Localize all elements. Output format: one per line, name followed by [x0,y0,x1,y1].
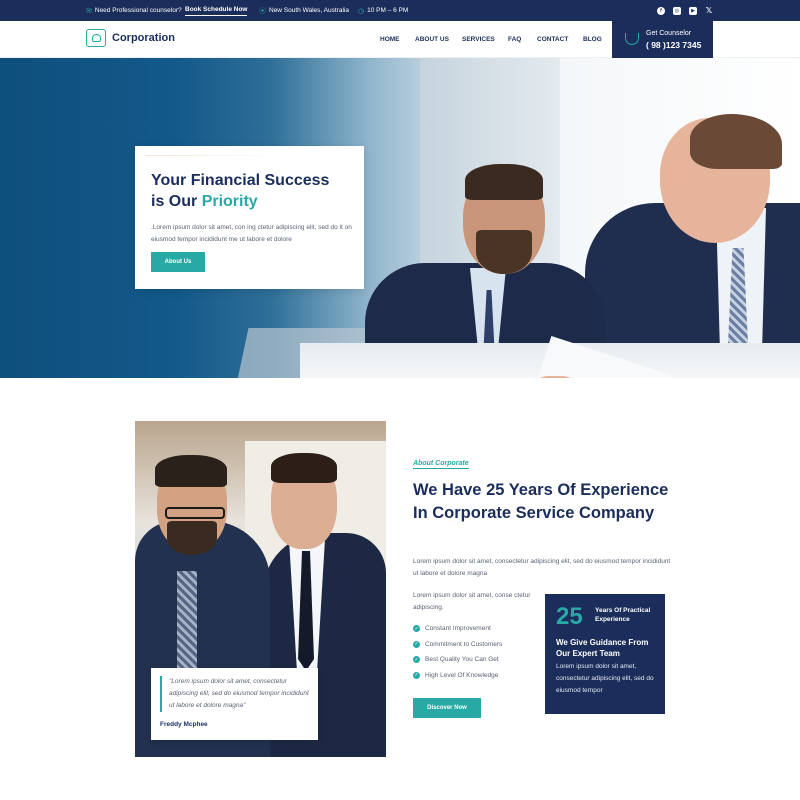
check-icon: ✓ [413,640,420,648]
about-photo-glasses [165,507,225,519]
about-heading: We Have 25 Years Of Experience In Corpor… [413,481,669,522]
discover-now-button[interactable]: Discover Now [413,698,481,718]
about-photo-hair [155,455,227,487]
location-text: New South Wales, Australia [269,7,349,14]
experience-card: 25 Years Of Practical Experience We Give… [545,594,665,714]
get-counselor-button[interactable]: Get Counselor ( 98 )123 7345 [612,21,713,58]
hero-title: Your Financial Success is Our Priority [151,170,351,212]
quote-bar [160,676,162,712]
about-photo-tie [177,571,197,681]
list-item-label: Best Quality You Can Get [425,656,499,664]
list-item-label: Constant Improvement [425,625,491,633]
menu-item-services[interactable]: SERVICES [462,36,495,43]
top-bar: ✉ Need Professional counselor? Book Sche… [0,0,800,21]
hours: ◷ 10 PM – 6 PM [358,0,408,21]
map-pin-icon: ⦿ [259,7,266,15]
quote-text: "Lorem ipsum dolor sit amet, consectetur… [169,678,309,709]
social-links: f ◎ ▶ 𝕏 [657,0,713,21]
about-paragraph-2: Lorem ipsum dolor sit amet, conse ctetur… [413,592,531,611]
hero-photo-hair [465,164,543,200]
section-tag: About Corporate [413,460,469,469]
hero-card-accent [145,155,285,156]
hero-title-line1: Your Financial Success [151,172,330,189]
x-icon[interactable]: 𝕏 [705,6,713,15]
quote-author: Freddy Mcphee [160,721,208,728]
list-item: ✓ Constant Improvement [413,621,502,637]
experience-title: We Give Guidance From Our Expert Team [556,638,649,658]
contact-note: ✉ Need Professional counselor? [86,0,182,21]
handshake-icon [625,33,639,45]
about-paragraph: Lorem ipsum dolor sit amet, consectetur … [413,558,671,577]
youtube-icon[interactable]: ▶ [689,6,697,15]
list-item: ✓ Best Quality You Can Get [413,652,502,668]
hero-text: .Lorem ipsum dolor sit amet, con ing cte… [151,224,352,243]
menu-item-about[interactable]: ABOUT US [415,36,449,43]
mail-icon: ✉ [86,7,92,15]
feature-list: ✓ Constant Improvement ✓ Commitment to C… [413,621,502,683]
list-item-label: Commitment to Customers [425,640,503,648]
list-item-label: High Level Of Knowledge [425,671,499,679]
experience-number: 25 [556,603,583,630]
main-nav: Corporation HOME ABOUT US SERVICES FAQ C… [0,21,800,58]
menu-item-home[interactable]: HOME [380,36,400,43]
list-item: ✓ Commitment to Customers [413,637,502,653]
instagram-icon[interactable]: ◎ [673,6,681,15]
check-icon: ✓ [413,656,420,664]
about-us-button[interactable]: About Us [151,252,205,272]
facebook-icon[interactable]: f [657,6,665,15]
contact-note-text: Need Professional counselor? [94,7,182,14]
location: ⦿ New South Wales, Australia [259,0,349,21]
check-icon: ✓ [413,671,420,679]
experience-text: Lorem ipsum dolor sit amet, consectetur … [556,663,654,694]
about-photo-beard [167,521,217,555]
logo-icon [86,29,106,47]
logo[interactable]: Corporation [86,29,175,47]
counselor-phone: ( 98 )123 7345 [646,40,702,50]
hero-banner [0,58,800,378]
clock-icon: ◷ [358,7,365,15]
menu-item-contact[interactable]: CONTACT [537,36,568,43]
book-schedule-link[interactable]: Book Schedule Now [185,4,248,16]
check-icon: ✓ [413,625,420,633]
testimonial-quote: "Lorem ipsum dolor sit amet, consectetur… [151,668,318,740]
experience-label: Years Of Practical Experience [595,607,651,623]
logo-text: Corporation [112,32,175,44]
counselor-label: Get Counselor [646,30,692,37]
hero-title-prefix: is Our [151,193,198,210]
hero-photo-beard [476,230,532,274]
list-item: ✓ High Level Of Knowledge [413,668,502,684]
menu-item-blog[interactable]: BLOG [583,36,602,43]
about-photo-hair [271,453,337,483]
hours-text: 10 PM – 6 PM [367,7,409,14]
menu-item-faq[interactable]: FAQ [508,36,521,43]
hero-title-highlight: Priority [201,193,258,210]
hero-card: Your Financial Success is Our Priority .… [135,146,364,289]
